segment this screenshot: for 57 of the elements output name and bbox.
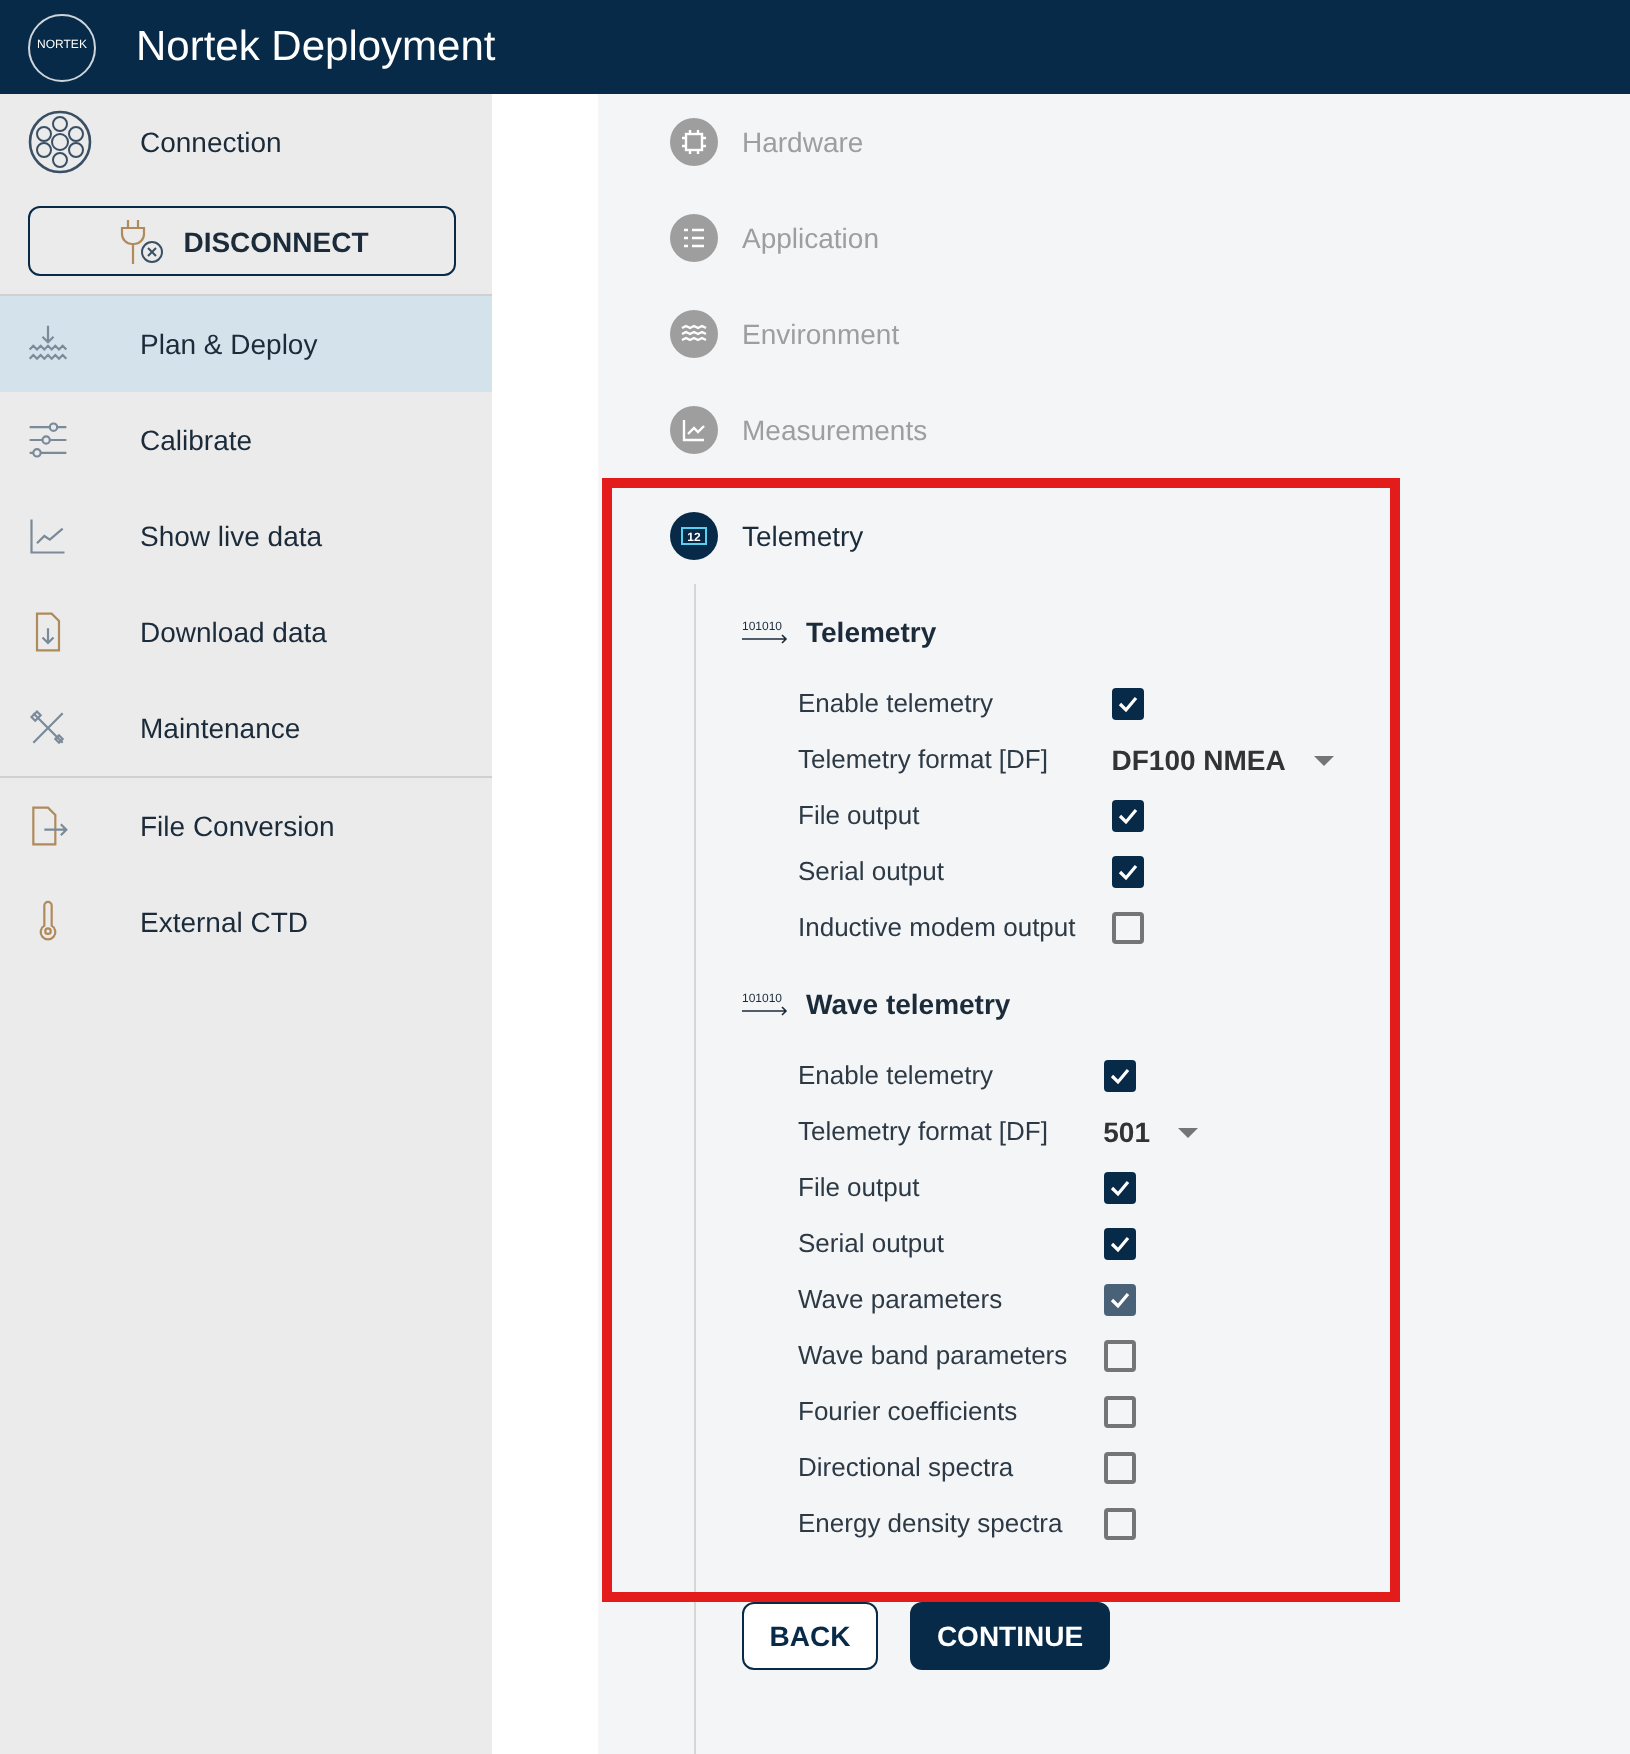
- nav-item[interactable]: Show live data: [0, 488, 492, 584]
- continue-button[interactable]: CONTINUE: [910, 1602, 1110, 1670]
- unplug-icon: [115, 215, 168, 267]
- checkmark-icon: [1107, 1064, 1132, 1088]
- checkmark-icon: [1107, 1176, 1132, 1200]
- option-label: Wave band parameters: [798, 1338, 1068, 1375]
- checkbox[interactable]: [1103, 1340, 1136, 1372]
- tools-icon: [26, 706, 70, 750]
- option-label: Telemetry format [DF]: [798, 742, 1050, 779]
- dropdown-caret-icon: [1178, 1127, 1198, 1137]
- checkmark-icon: [1107, 1288, 1132, 1312]
- waves-arrow-icon: [26, 322, 70, 366]
- nav-item[interactable]: File Conversion: [0, 778, 492, 874]
- nav-item[interactable]: Download data: [0, 584, 492, 680]
- checkmark-icon: [1107, 1232, 1132, 1256]
- option-label: Fourier coefficients: [798, 1394, 1020, 1431]
- option-label: Directional spectra: [798, 1450, 1016, 1487]
- nav-item[interactable]: Maintenance: [0, 680, 492, 776]
- option-label: Serial output: [798, 1226, 946, 1263]
- app-title: Nortek Deployment: [136, 21, 496, 74]
- option-label: File output: [798, 798, 922, 835]
- option-label: Energy density spectra: [798, 1506, 1065, 1543]
- option-label: Serial output: [798, 854, 946, 891]
- checkbox[interactable]: [1103, 1060, 1136, 1092]
- nav-label: Connection: [140, 124, 282, 162]
- checkbox[interactable]: [1103, 1508, 1136, 1540]
- checkbox[interactable]: [1103, 1452, 1136, 1484]
- option-label: Telemetry format [DF]: [798, 1114, 1050, 1151]
- connector-icon: [28, 110, 92, 174]
- dropdown-caret-icon: [1313, 755, 1334, 765]
- checkmark-icon: [1115, 692, 1140, 716]
- checkbox[interactable]: [1111, 856, 1144, 888]
- section-title: Telemetry: [806, 614, 937, 652]
- checkbox[interactable]: [1103, 1172, 1136, 1204]
- checkbox[interactable]: [1103, 1396, 1136, 1428]
- nav-item[interactable]: Calibrate: [0, 392, 492, 488]
- sliders-icon: [26, 418, 70, 462]
- nav-item[interactable]: External CTD: [0, 874, 492, 970]
- option-label: Wave parameters: [798, 1282, 1005, 1319]
- option-label: Inductive modem output: [798, 910, 1076, 947]
- option-label: Enable telemetry: [798, 686, 996, 723]
- checkmark-icon: [1115, 860, 1140, 884]
- line-chart-icon: [26, 514, 70, 558]
- option-label: File output: [798, 1170, 922, 1207]
- checkbox[interactable]: [1111, 688, 1144, 720]
- option-label: Enable telemetry: [798, 1058, 996, 1095]
- file-export-icon: [26, 804, 70, 848]
- format-select[interactable]: 501: [1103, 1112, 1198, 1152]
- checkbox[interactable]: [1111, 912, 1144, 944]
- disconnect-button[interactable]: DISCONNECT: [28, 206, 456, 276]
- checkmark-icon: [1115, 804, 1140, 828]
- nav-item[interactable]: Plan & Deploy: [0, 296, 492, 392]
- back-button[interactable]: BACK: [742, 1602, 878, 1670]
- checkbox[interactable]: [1103, 1228, 1136, 1260]
- section-title: Wave telemetry: [806, 986, 1011, 1024]
- format-select[interactable]: DF100 NMEA: [1111, 740, 1334, 780]
- checkbox[interactable]: [1111, 800, 1144, 832]
